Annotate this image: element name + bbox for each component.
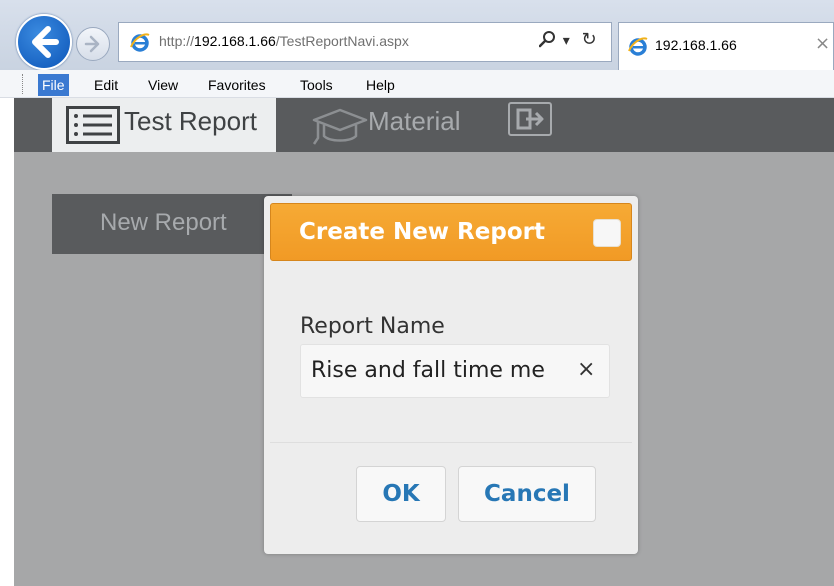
menu-view[interactable]: View (144, 74, 182, 96)
ie-icon (130, 33, 150, 52)
tab-test-report-label: Test Report (124, 106, 257, 136)
tab-test-report[interactable]: Test Report (52, 98, 276, 152)
magnifier-icon[interactable] (538, 30, 557, 48)
tab-title: 192.168.1.66 (655, 37, 737, 53)
new-report-button[interactable]: New Report (52, 194, 292, 254)
url-text: http://192.168.1.66/TestReportNavi.aspx (159, 33, 409, 49)
report-name-value: Rise and fall time me (311, 358, 545, 383)
tab-material[interactable]: Material (308, 98, 478, 152)
report-name-input[interactable]: Rise and fall time me × (300, 344, 610, 398)
logout-button[interactable] (508, 102, 552, 136)
menu-help[interactable]: Help (362, 74, 399, 96)
dropdown-icon[interactable]: ▾ (563, 33, 570, 49)
report-name-label: Report Name (300, 314, 445, 339)
dialog-title: Create New Report (299, 219, 545, 245)
arrow-right-icon (84, 35, 100, 53)
dialog-header: Create New Report (270, 203, 632, 261)
menu-grip (22, 74, 25, 94)
address-bar[interactable]: http://192.168.1.66/TestReportNavi.aspx … (118, 22, 612, 62)
clear-icon[interactable]: × (577, 357, 595, 382)
tab-material-label: Material (368, 106, 461, 136)
logout-icon (516, 108, 544, 130)
forward-button[interactable] (76, 27, 110, 61)
dialog-divider (270, 442, 632, 443)
menu-tools[interactable]: Tools (296, 74, 337, 96)
url-tools: ▾ ↻ (538, 29, 597, 50)
close-icon[interactable] (593, 219, 621, 247)
create-report-dialog: Create New Report Report Name Rise and f… (264, 196, 638, 554)
list-icon (66, 106, 120, 144)
menu-bar: File Edit View Favorites Tools Help (0, 70, 834, 98)
browser-toolbar: http://192.168.1.66/TestReportNavi.aspx … (0, 0, 834, 70)
cancel-button[interactable]: Cancel (458, 466, 596, 522)
refresh-icon[interactable]: ↻ (582, 29, 597, 50)
app-nav: Test Report Material (14, 98, 834, 152)
ok-button[interactable]: OK (356, 466, 446, 522)
tab-close-icon[interactable]: × (815, 33, 830, 54)
tab-ie-icon (628, 37, 648, 56)
back-button[interactable] (16, 14, 72, 70)
arrow-left-icon (32, 26, 59, 58)
graduation-cap-icon (312, 108, 368, 145)
menu-file[interactable]: File (38, 74, 69, 96)
browser-tab[interactable]: 192.168.1.66 × (618, 22, 834, 70)
menu-favorites[interactable]: Favorites (204, 74, 270, 96)
menu-edit[interactable]: Edit (90, 74, 122, 96)
